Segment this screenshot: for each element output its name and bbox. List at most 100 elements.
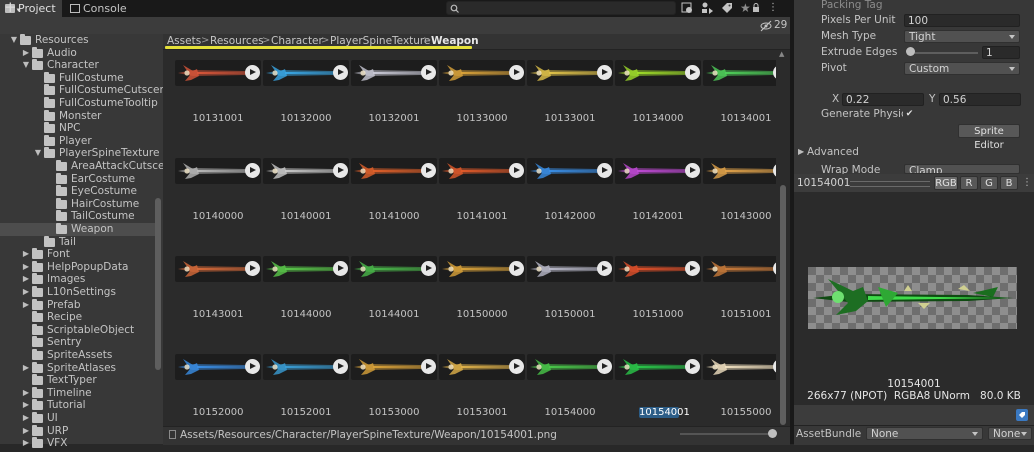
tree-item[interactable]: ▼ PlayerSpineTexture xyxy=(0,147,159,160)
create-button[interactable]: +▾ xyxy=(4,0,24,17)
weapon-thumbnail[interactable] xyxy=(439,60,525,86)
play-icon[interactable] xyxy=(685,261,700,276)
tree-item[interactable]: ▶ Images xyxy=(0,273,155,286)
asset-cell[interactable]: 10140000 xyxy=(175,158,263,256)
asset-bundle-dropdown[interactable]: None xyxy=(866,427,983,440)
weapon-thumbnail[interactable] xyxy=(527,256,613,282)
weapon-thumbnail[interactable] xyxy=(615,354,701,380)
play-icon[interactable] xyxy=(421,359,436,374)
tab-console[interactable]: Console xyxy=(65,0,131,17)
weapon-thumbnail[interactable] xyxy=(615,256,701,282)
weapon-thumbnail[interactable] xyxy=(439,158,525,184)
play-icon[interactable] xyxy=(245,261,260,276)
tree-item[interactable]: Monster xyxy=(0,109,155,123)
asset-cell[interactable]: 10134000 xyxy=(615,60,703,158)
weapon-thumbnail[interactable] xyxy=(263,158,349,184)
mesh-type-dropdown[interactable]: Tight xyxy=(904,30,1020,43)
chevron-right-icon[interactable]: ▶ xyxy=(22,387,30,400)
asset-cell[interactable]: 10141001 xyxy=(439,158,527,256)
play-icon[interactable] xyxy=(421,65,436,80)
tree-item[interactable]: ▶ Timeline xyxy=(0,386,155,400)
asset-labels-button[interactable] xyxy=(1016,409,1028,421)
tree-item[interactable]: ▶ UI xyxy=(0,412,155,425)
tree-item[interactable]: ▶ Tutorial xyxy=(0,399,155,412)
tree-item[interactable]: FullCostume xyxy=(0,71,155,85)
channel-g-button[interactable]: G xyxy=(980,176,998,190)
tree-item[interactable]: EarCostume xyxy=(0,172,155,186)
weapon-thumbnail[interactable] xyxy=(527,354,613,380)
asset-cell[interactable]: 10143001 xyxy=(175,256,263,354)
tree-item[interactable]: ▼ Resources xyxy=(0,34,155,47)
weapon-thumbnail[interactable] xyxy=(175,158,261,184)
tree-item[interactable]: NPC xyxy=(0,122,155,135)
tree-item[interactable]: SpriteAssets xyxy=(0,349,155,362)
asset-cell[interactable]: 10133000 xyxy=(439,60,527,158)
tree-item[interactable]: ▶ Prefab xyxy=(0,298,155,312)
play-icon[interactable] xyxy=(245,163,260,178)
chevron-right-icon[interactable]: ▶ xyxy=(22,362,30,375)
advanced-foldout[interactable]: Advanced xyxy=(807,146,859,158)
tree-scrollbar[interactable] xyxy=(155,198,161,370)
play-icon[interactable] xyxy=(245,65,260,80)
tree-item[interactable]: FullCostumeTooltip xyxy=(0,97,158,110)
tree-item[interactable]: AreaAttackCutsce xyxy=(0,160,165,173)
channel-rgb-button[interactable]: RGB xyxy=(934,176,958,190)
asset-cell[interactable]: 10150000 xyxy=(439,256,527,354)
chevron-right-icon[interactable]: ▶ xyxy=(22,437,30,450)
chevron-down-icon[interactable]: ▼ xyxy=(22,59,30,72)
weapon-thumbnail[interactable] xyxy=(527,60,613,86)
search-input[interactable] xyxy=(446,1,676,15)
play-icon[interactable] xyxy=(597,163,612,178)
chevron-right-icon[interactable]: ▶ xyxy=(22,273,30,286)
chevron-right-icon[interactable]: ▶ xyxy=(22,412,30,425)
asset-cell[interactable]: 10150001 xyxy=(527,256,615,354)
scrollbar-thumb[interactable] xyxy=(780,185,786,425)
asset-cell[interactable]: 10142001 xyxy=(615,158,703,256)
pivot-dropdown[interactable]: Custom xyxy=(904,62,1020,75)
play-icon[interactable] xyxy=(333,359,348,374)
tree-item[interactable]: ▶ URP xyxy=(0,424,155,438)
tree-item[interactable]: ▶ Font xyxy=(0,248,155,261)
asset-cell[interactable]: 10133001 xyxy=(527,60,615,158)
asset-cell[interactable]: 10131001 xyxy=(175,60,263,158)
tree-item[interactable]: ScriptableObject xyxy=(0,323,155,337)
weapon-thumbnail[interactable] xyxy=(351,354,437,380)
extrude-edges-slider-handle[interactable] xyxy=(906,47,915,56)
weapon-thumbnail[interactable] xyxy=(175,354,261,380)
tree-item[interactable]: ▶ SpriteAtlases xyxy=(0,361,155,375)
preview-drag-handle[interactable] xyxy=(850,181,930,187)
play-icon[interactable] xyxy=(333,261,348,276)
tree-item[interactable]: TextTyper xyxy=(0,374,155,387)
chevron-down-icon[interactable]: ▼ xyxy=(10,34,18,47)
play-icon[interactable] xyxy=(333,65,348,80)
tree-item[interactable]: ▼ Character xyxy=(0,59,155,72)
tree-item[interactable]: ▶ VFX xyxy=(0,437,155,450)
extrude-edges-field[interactable]: 1 xyxy=(982,46,1020,59)
tree-item[interactable]: Weapon xyxy=(0,223,155,236)
more-menu-icon[interactable]: ⋮ xyxy=(768,2,778,13)
pivot-x-field[interactable]: 0.22 xyxy=(842,93,924,106)
chevron-right-icon[interactable]: ▶ xyxy=(22,399,30,412)
chevron-right-icon[interactable]: ▶ xyxy=(22,47,30,60)
grid-scrollbar[interactable]: ▲ xyxy=(776,50,790,426)
icon-size-slider[interactable] xyxy=(680,433,775,435)
generate-physics-checkbox[interactable]: ✔ xyxy=(904,109,915,120)
play-icon[interactable] xyxy=(509,359,524,374)
label-filter-button[interactable] xyxy=(720,1,736,16)
play-icon[interactable] xyxy=(245,359,260,374)
pivot-y-field[interactable]: 0.56 xyxy=(939,93,1021,106)
play-icon[interactable] xyxy=(333,163,348,178)
asset-cell[interactable]: 10151000 xyxy=(615,256,703,354)
asset-cell[interactable]: 10142000 xyxy=(527,158,615,256)
asset-cell[interactable]: 10132001 xyxy=(351,60,439,158)
weapon-thumbnail[interactable] xyxy=(439,354,525,380)
search-by-label-button[interactable] xyxy=(700,1,716,16)
asset-bundle-variant-dropdown[interactable]: None xyxy=(988,427,1032,440)
play-icon[interactable] xyxy=(421,261,436,276)
pixels-per-unit-field[interactable]: 100 xyxy=(904,14,1020,27)
tree-item[interactable]: ▶ L10nSettings xyxy=(0,286,155,299)
asset-cell[interactable]: 10141000 xyxy=(351,158,439,256)
play-icon[interactable] xyxy=(421,163,436,178)
icon-size-slider-handle[interactable] xyxy=(768,429,777,438)
chevron-right-icon[interactable]: ▶ xyxy=(22,261,30,274)
